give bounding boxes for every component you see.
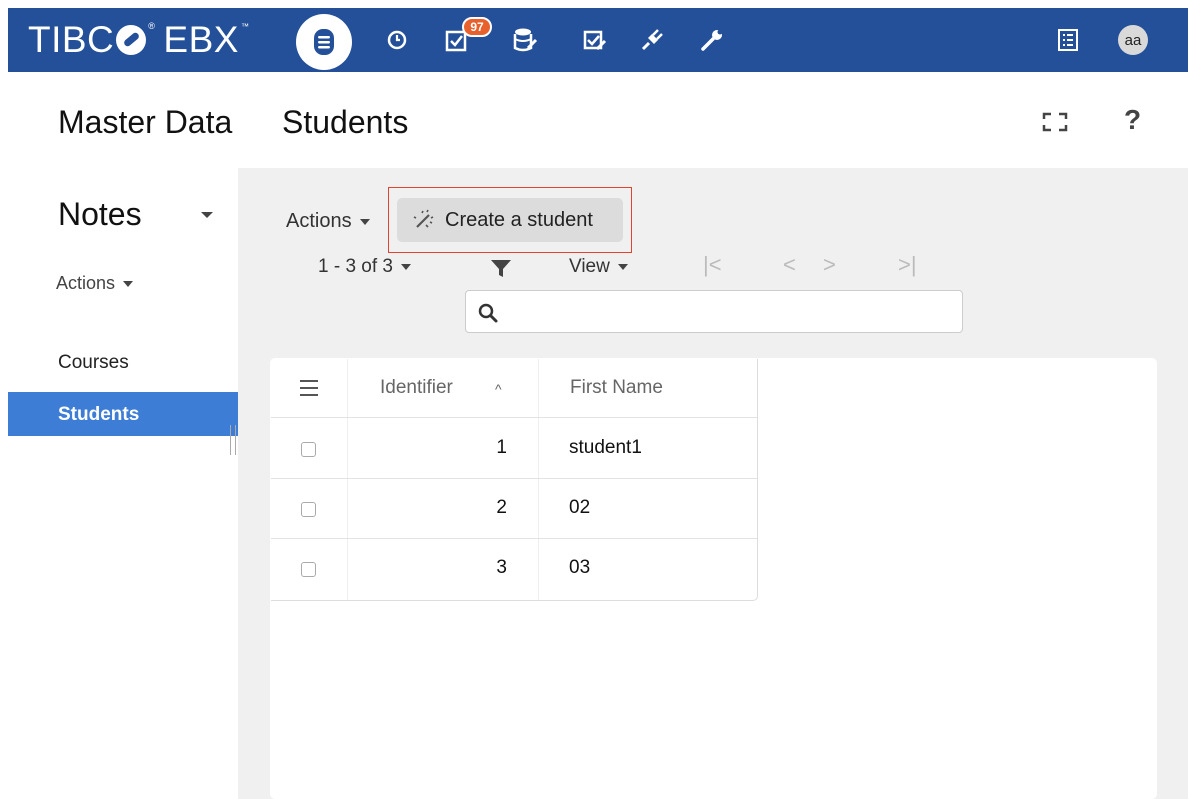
tasks-count-badge: 97 [462,17,492,37]
caret-down-icon [401,264,411,270]
task-list-nav-button[interactable] [1048,20,1088,60]
caret-down-icon [617,264,628,270]
data-nav-button[interactable] [296,14,352,70]
dataset-title: Notes [58,196,142,232]
clock-icon [387,30,407,50]
list-panel-icon [1058,29,1078,51]
first-page-button[interactable]: |< [703,252,722,278]
tibco-o-icon [116,25,147,55]
create-student-label: Create a student [445,208,593,231]
search-box [465,290,963,333]
table-actions-label: Actions [286,210,352,232]
cell-first-name: 02 [569,497,591,518]
create-student-button[interactable]: Create a student [397,198,623,242]
column-menu-button[interactable] [299,379,319,402]
table-row[interactable]: 3 03 [271,539,757,599]
previous-page-button[interactable]: < [783,252,796,278]
history-nav-button[interactable] [377,20,417,60]
logo-text-right: EBX [163,19,239,60]
search-icon [478,303,498,323]
column-header-first-name[interactable]: First Name [570,377,663,399]
dataset-edit-icon [513,28,538,52]
help-button[interactable]: ? [1124,104,1141,136]
wrench-icon [701,29,723,51]
validation-icon [583,30,607,51]
top-bar: TIBC ® EBX ™ 97 [8,8,1188,72]
search-input[interactable] [506,297,946,327]
sidebar-item-label: Students [58,404,140,425]
table-actions-menu[interactable]: Actions [286,210,370,233]
user-avatar[interactable]: aa [1118,25,1148,55]
database-icon [314,29,334,55]
plugin-nav-button[interactable] [632,20,672,60]
logo-text-left: TIBC [28,19,115,60]
caret-down-icon [123,280,134,287]
cell-first-name: 03 [569,557,591,578]
sidebar-item-courses[interactable]: Courses [58,352,129,374]
table-row[interactable]: 1 student1 [271,419,757,479]
panel-resize-handle[interactable] [230,425,236,455]
administration-nav-button[interactable] [692,20,732,60]
validation-nav-button[interactable] [574,20,614,60]
sidebar-item-students[interactable]: Students [8,392,238,436]
table-row[interactable]: 2 02 [271,479,757,539]
magic-wand-icon [413,209,434,228]
table-header-row: Identifier ^ First Name [271,359,757,418]
students-table: Identifier ^ First Name 1 student1 2 02 … [271,359,758,601]
pagination-label: 1 - 3 of 3 [318,256,393,277]
cell-first-name: student1 [569,437,642,458]
fullscreen-icon [1042,112,1068,132]
plugin-icon [641,29,663,51]
logo-trademark: ™ [240,21,250,31]
logo-registered-mark: ® [148,21,156,31]
sidebar-actions-menu[interactable]: Actions [56,273,134,294]
sort-ascending-icon[interactable]: ^ [495,381,502,397]
pagination-menu[interactable]: 1 - 3 of 3 [318,256,411,278]
caret-down-icon [359,218,370,225]
row-checkbox[interactable] [301,442,316,457]
filter-button[interactable] [490,259,512,284]
next-page-button[interactable]: > [823,252,836,278]
view-menu[interactable]: View [569,256,628,278]
tibco-ebx-logo[interactable]: TIBC ® EBX ™ [28,18,249,62]
row-checkbox[interactable] [301,562,316,577]
cell-identifier: 1 [496,437,507,458]
dataset-edit-nav-button[interactable] [505,20,545,60]
fullscreen-button[interactable] [1041,110,1069,134]
app-title: Master Data [58,104,233,140]
view-label: View [569,256,610,277]
dataset-menu-caret-icon[interactable] [201,212,213,218]
cell-identifier: 2 [496,497,507,518]
row-checkbox[interactable] [301,502,316,517]
filter-icon [491,260,511,277]
sidebar-actions-label: Actions [56,273,116,293]
last-page-button[interactable]: >| [898,252,917,278]
cell-identifier: 3 [496,557,507,578]
page-title: Students [282,104,409,140]
column-header-identifier[interactable]: Identifier [380,377,453,399]
hamburger-icon [300,380,318,396]
